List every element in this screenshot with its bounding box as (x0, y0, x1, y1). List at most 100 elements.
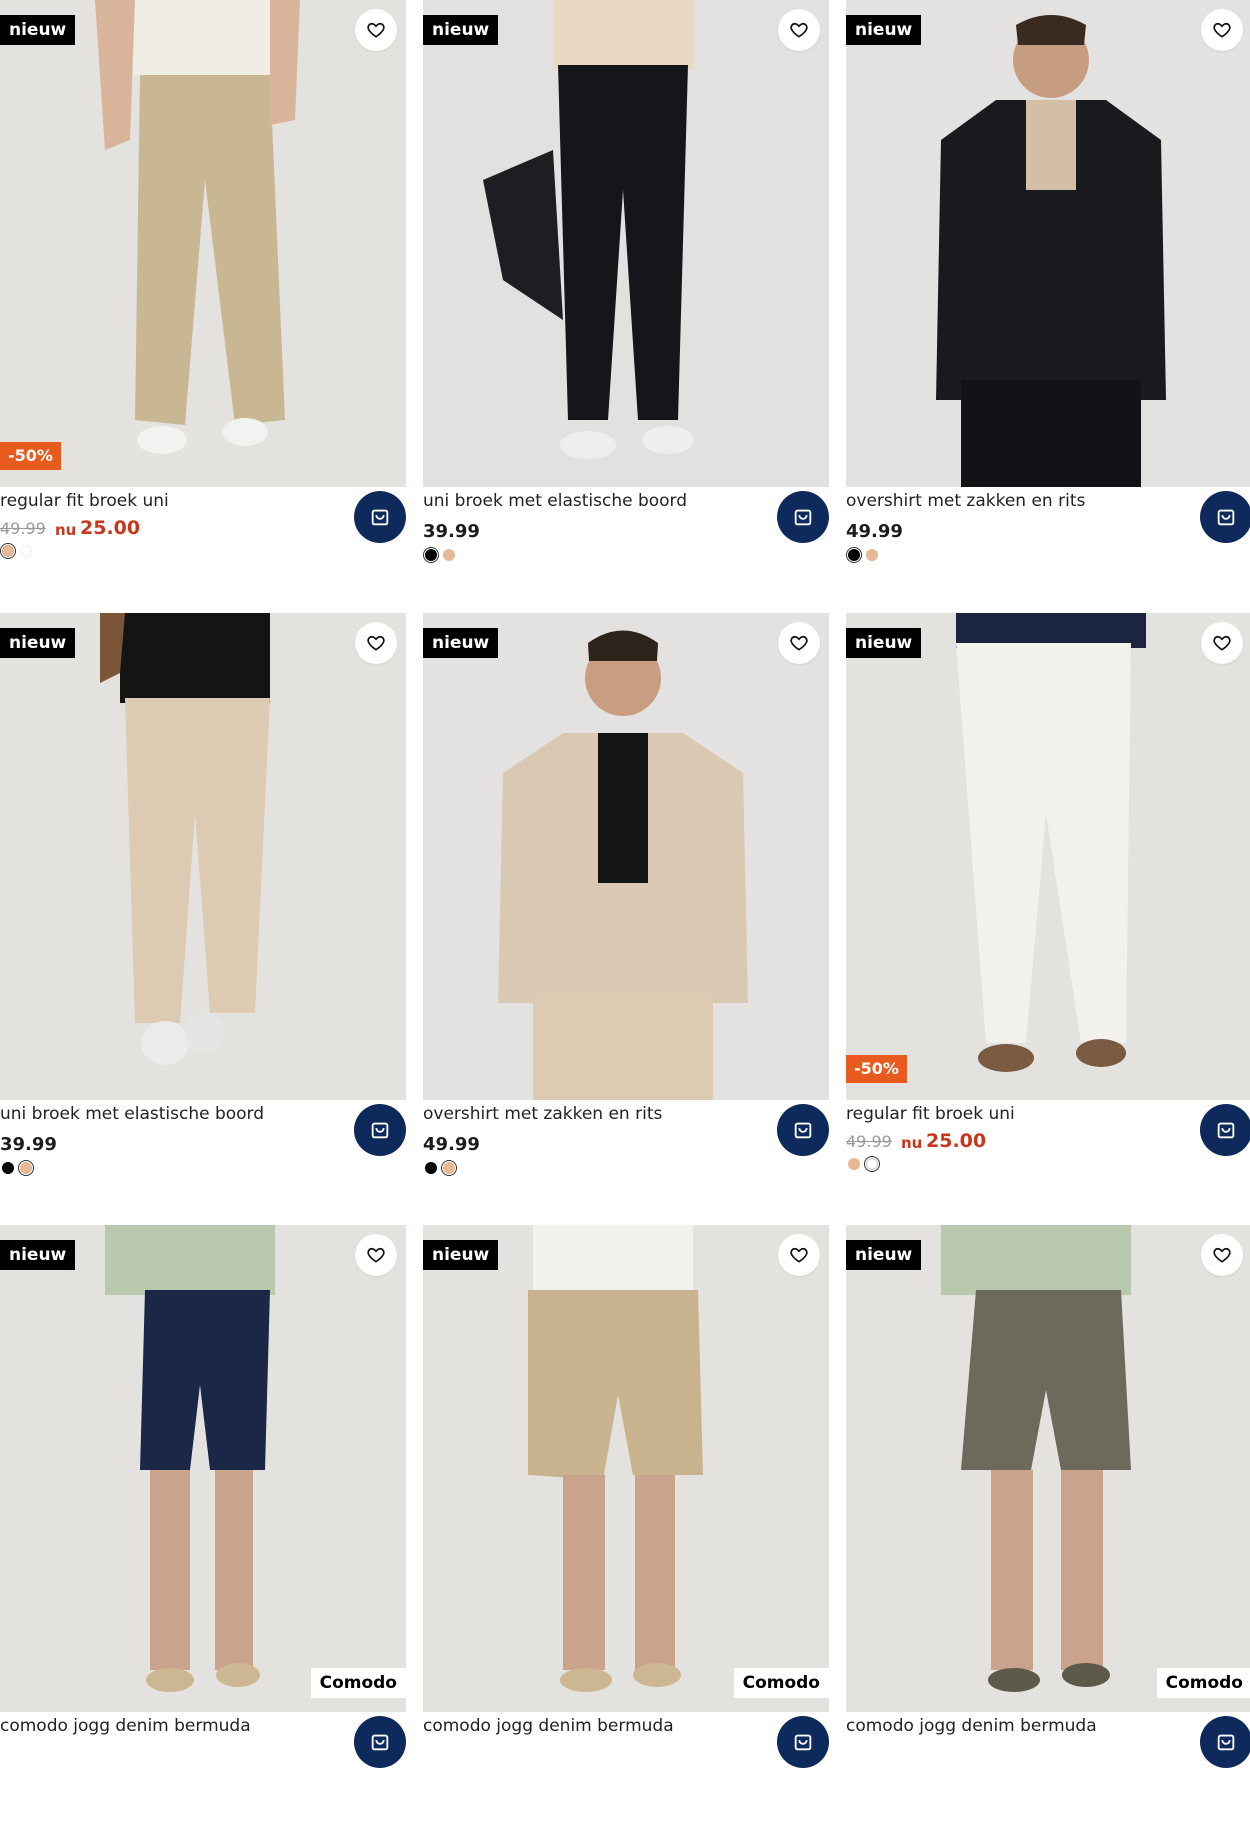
heart-icon (367, 1247, 385, 1263)
product-name[interactable]: regular fit broek uni (846, 1104, 1015, 1124)
product-name[interactable]: overshirt met zakken en rits (423, 1104, 662, 1124)
favorite-button[interactable] (355, 622, 397, 664)
shopping-bag-icon (371, 509, 389, 526)
heart-icon (790, 22, 808, 38)
product-card[interactable]: nieuw uni broek met elastische boord 39.… (0, 613, 406, 1220)
favorite-button[interactable] (355, 9, 397, 51)
product-card[interactable]: nieuw Comodo comodo jogg denim bermuda (846, 1225, 1250, 1832)
color-swatch[interactable] (2, 1162, 14, 1174)
sale-price: 25.00 (80, 517, 141, 539)
heart-icon (1213, 22, 1231, 38)
heart-icon (790, 1247, 808, 1263)
product-photo-black-pants (423, 0, 829, 487)
old-price: 49.99 (0, 519, 46, 538)
new-badge: nieuw (423, 628, 499, 658)
product-image[interactable]: nieuw Comodo (846, 1225, 1250, 1712)
product-card[interactable]: nieuw overshirt met zakken en rits 49.99 (423, 613, 829, 1220)
sale-price: 25.00 (926, 1130, 987, 1152)
add-to-cart-button[interactable] (777, 491, 829, 543)
color-swatch[interactable] (864, 1156, 880, 1172)
product-image[interactable]: nieuw (423, 0, 829, 487)
product-card[interactable]: nieuw overshirt met zakken en rits 49.99 (846, 0, 1250, 607)
product-image[interactable]: nieuw Comodo (0, 1225, 406, 1712)
product-name[interactable]: overshirt met zakken en rits (846, 491, 1085, 511)
add-to-cart-button[interactable] (777, 1716, 829, 1768)
color-swatch[interactable] (0, 543, 16, 559)
sale-badge: -50% (846, 1055, 907, 1083)
favorite-button[interactable] (1201, 1234, 1243, 1276)
product-grid: nieuw -50% regular fit broek uni 49.99 n… (0, 0, 1250, 1768)
new-badge: nieuw (846, 628, 922, 658)
add-to-cart-button[interactable] (354, 1716, 406, 1768)
add-to-cart-button[interactable] (354, 491, 406, 543)
brand-badge: Comodo (310, 1668, 406, 1698)
brand-badge: Comodo (1156, 1668, 1250, 1698)
product-photo-tan-shorts (423, 1225, 829, 1712)
product-name[interactable]: comodo jogg denim bermuda (846, 1716, 1097, 1736)
color-swatch[interactable] (846, 547, 862, 563)
favorite-button[interactable] (778, 9, 820, 51)
heart-icon (1213, 635, 1231, 651)
product-image[interactable]: nieuw (846, 0, 1250, 487)
product-photo-black-jacket (846, 0, 1250, 487)
product-photo-navy-shorts (0, 1225, 406, 1712)
heart-icon (367, 635, 385, 651)
color-swatch[interactable] (20, 545, 32, 557)
heart-icon (1213, 1247, 1231, 1263)
shopping-bag-icon (794, 1122, 812, 1139)
color-swatch[interactable] (866, 549, 878, 561)
product-name[interactable]: regular fit broek uni (0, 491, 169, 511)
product-image[interactable]: nieuw -50% (846, 613, 1250, 1100)
product-photo-white-pants (846, 613, 1250, 1100)
shopping-bag-icon (1217, 509, 1235, 526)
color-swatch[interactable] (423, 547, 439, 563)
product-card[interactable]: nieuw Comodo comodo jogg denim bermuda (0, 1225, 406, 1832)
favorite-button[interactable] (778, 1234, 820, 1276)
product-card[interactable]: nieuw -50% regular fit broek uni 49.99 n… (0, 0, 406, 607)
color-swatch[interactable] (848, 1158, 860, 1170)
product-price: 49.99 (423, 1134, 480, 1155)
new-badge: nieuw (423, 15, 499, 45)
color-swatch[interactable] (425, 1162, 437, 1174)
product-image[interactable]: nieuw Comodo (423, 1225, 829, 1712)
product-card[interactable]: nieuw uni broek met elastische boord 39.… (423, 0, 829, 607)
new-badge: nieuw (846, 15, 922, 45)
favorite-button[interactable] (355, 1234, 397, 1276)
add-to-cart-button[interactable] (1200, 1716, 1250, 1768)
product-card[interactable]: nieuw Comodo comodo jogg denim bermuda (423, 1225, 829, 1832)
new-badge: nieuw (846, 1240, 922, 1270)
add-to-cart-button[interactable] (1200, 1104, 1250, 1156)
color-swatches (846, 547, 878, 563)
old-price: 49.99 (846, 1132, 892, 1151)
new-badge: nieuw (423, 1240, 499, 1270)
favorite-button[interactable] (1201, 9, 1243, 51)
product-image[interactable]: nieuw (0, 613, 406, 1100)
favorite-button[interactable] (778, 622, 820, 664)
add-to-cart-button[interactable] (1200, 491, 1250, 543)
product-price: 39.99 (0, 1134, 57, 1155)
product-price: 49.99 (846, 521, 903, 542)
product-name[interactable]: uni broek met elastische boord (423, 491, 687, 511)
product-name[interactable]: uni broek met elastische boord (0, 1104, 264, 1124)
color-swatch[interactable] (18, 1160, 34, 1176)
add-to-cart-button[interactable] (777, 1104, 829, 1156)
product-image[interactable]: nieuw -50% (0, 0, 406, 487)
favorite-button[interactable] (1201, 622, 1243, 664)
shopping-bag-icon (1217, 1734, 1235, 1751)
new-badge: nieuw (0, 15, 76, 45)
color-swatch[interactable] (441, 1160, 457, 1176)
heart-icon (367, 22, 385, 38)
product-card[interactable]: nieuw -50% regular fit broek uni 49.99 n… (846, 613, 1250, 1220)
heart-icon (790, 635, 808, 651)
product-name[interactable]: comodo jogg denim bermuda (423, 1716, 674, 1736)
color-swatches (0, 543, 32, 559)
product-name[interactable]: comodo jogg denim bermuda (0, 1716, 251, 1736)
color-swatch[interactable] (443, 549, 455, 561)
product-price: 39.99 (423, 521, 480, 542)
shopping-bag-icon (794, 1734, 812, 1751)
color-swatches (848, 1156, 880, 1172)
product-photo-khaki-pants (0, 0, 406, 487)
color-swatches (425, 1160, 457, 1176)
product-image[interactable]: nieuw (423, 613, 829, 1100)
add-to-cart-button[interactable] (354, 1104, 406, 1156)
